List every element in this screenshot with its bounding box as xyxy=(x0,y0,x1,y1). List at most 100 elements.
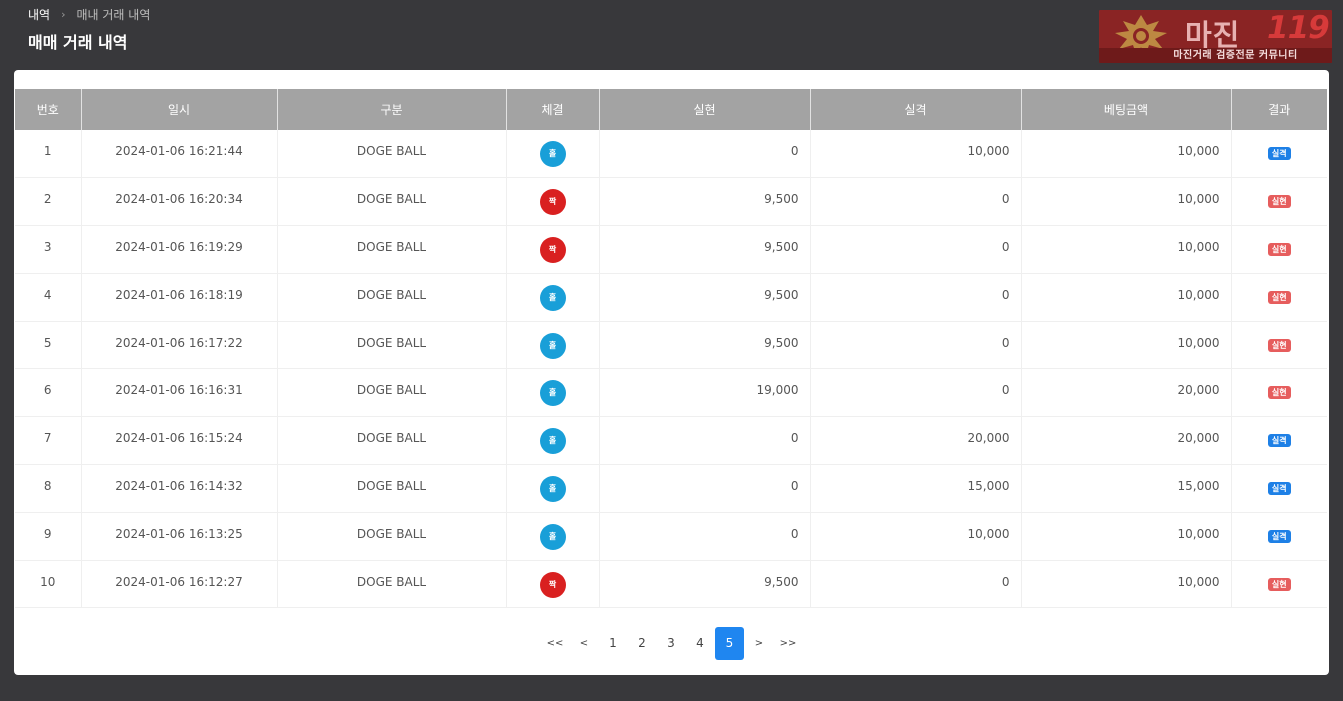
cell-bet: 10,000 xyxy=(1021,273,1232,322)
cell-no: 3 xyxy=(15,225,82,274)
cell-fill: 홀 xyxy=(506,273,600,322)
table-row: 2 2024-01-06 16:20:34 DOGE BALL 짝 9,500 0 10,0… xyxy=(15,177,1327,227)
table-row: 10 2024-01-06 16:12:27 DOGE BALL 짝 9,500 0 10,… xyxy=(15,560,1327,609)
table-row: 3 2024-01-06 16:19:29 DOGE BALL 짝 9,500 0 10,0… xyxy=(15,225,1327,274)
pagination-next-button[interactable]: > xyxy=(745,627,773,660)
cell-datetime: 2024-01-06 16:16:31 xyxy=(81,368,278,418)
pagination-page-2[interactable]: 2 xyxy=(628,627,656,660)
result-badge: 실현 xyxy=(1267,195,1291,209)
cell-type: DOGE BALL xyxy=(277,273,507,322)
cell-fill: 짝 xyxy=(506,177,600,227)
cell-result: 실격 xyxy=(1231,130,1327,179)
result-badge: 실현 xyxy=(1267,243,1291,257)
odd-ball-icon: 홀 xyxy=(539,332,566,359)
column-header-result: 결과 xyxy=(1231,89,1327,130)
odd-ball-icon: 홀 xyxy=(539,428,566,455)
logo-brand-number: 119 xyxy=(1267,10,1330,46)
column-header-type: 구분 xyxy=(277,89,507,130)
breadcrumb: 내역 › 매내 거래 내역 xyxy=(28,6,150,23)
cell-bet: 20,000 xyxy=(1021,368,1232,418)
cell-fill: 짝 xyxy=(506,560,600,609)
cell-bet: 10,000 xyxy=(1021,177,1232,227)
odd-ball-icon: 홀 xyxy=(539,141,566,167)
cell-lost: 0 xyxy=(810,177,1022,227)
cell-lost: 0 xyxy=(810,225,1022,274)
pagination-page-3[interactable]: 3 xyxy=(657,627,685,660)
cell-result: 실현 xyxy=(1231,368,1327,418)
cell-result: 실격 xyxy=(1231,416,1327,466)
cell-lost: 20,000 xyxy=(810,416,1022,466)
cell-type: DOGE BALL xyxy=(277,130,507,179)
cell-fill: 홀 xyxy=(506,512,600,561)
cell-realized: 19,000 xyxy=(599,368,811,418)
result-badge: 실현 xyxy=(1267,290,1291,304)
column-header-realized: 실현 xyxy=(599,89,811,130)
column-header-lost: 실격 xyxy=(810,89,1022,130)
cell-datetime: 2024-01-06 16:13:25 xyxy=(81,512,278,561)
result-badge: 실격 xyxy=(1267,529,1291,543)
cell-no: 7 xyxy=(15,416,82,466)
cell-type: DOGE BALL xyxy=(277,416,507,466)
cell-bet: 15,000 xyxy=(1021,464,1232,513)
cell-result: 실현 xyxy=(1231,321,1327,370)
cell-fill: 홀 xyxy=(506,416,600,466)
cell-realized: 0 xyxy=(599,416,811,466)
pagination-prev-button[interactable]: < xyxy=(570,627,598,660)
cell-realized: 9,500 xyxy=(599,225,811,274)
table-row: 5 2024-01-06 16:17:22 DOGE BALL 홀 9,500 0 10,0… xyxy=(15,321,1327,370)
page-header: 내역 › 매내 거래 내역 매매 거래 내역 마진 119 마진거래 검증전문 … xyxy=(0,0,1343,70)
cell-bet: 10,000 xyxy=(1021,225,1232,274)
pagination-first-button[interactable]: << xyxy=(541,627,569,660)
cell-realized: 0 xyxy=(599,130,811,179)
result-badge: 실현 xyxy=(1267,577,1291,591)
table-row: 4 2024-01-06 16:18:19 DOGE BALL 홀 9,500 0 10,0… xyxy=(15,273,1327,322)
trade-history-table: 번호 일시 구분 체결 실현 실격 베팅금액 결과 1 2024-01-06 16… xyxy=(15,89,1327,609)
cell-bet: 10,000 xyxy=(1021,130,1232,179)
cell-result: 실현 xyxy=(1231,225,1327,274)
cell-lost: 10,000 xyxy=(810,512,1022,561)
result-badge: 실격 xyxy=(1267,434,1291,448)
cell-bet: 20,000 xyxy=(1021,416,1232,466)
cell-type: DOGE BALL xyxy=(277,368,507,418)
cell-fill: 짝 xyxy=(506,225,600,274)
result-badge: 실격 xyxy=(1267,482,1291,496)
cell-datetime: 2024-01-06 16:14:32 xyxy=(81,464,278,513)
table-body: 1 2024-01-06 16:21:44 DOGE BALL 홀 0 10,000 10,… xyxy=(15,130,1327,609)
breadcrumb-root-link[interactable]: 내역 xyxy=(28,6,50,23)
column-header-no: 번호 xyxy=(15,89,82,130)
cell-bet: 10,000 xyxy=(1021,512,1232,561)
cell-lost: 0 xyxy=(810,560,1022,609)
column-header-bet: 베팅금액 xyxy=(1021,89,1232,130)
cell-datetime: 2024-01-06 16:15:24 xyxy=(81,416,278,466)
pagination: << < 1 2 3 4 5 > >> xyxy=(14,627,1329,660)
pagination-page-5-active[interactable]: 5 xyxy=(715,627,744,660)
table-header-row: 번호 일시 구분 체결 실현 실격 베팅금액 결과 xyxy=(15,89,1327,130)
cell-realized: 9,500 xyxy=(599,321,811,370)
cell-lost: 15,000 xyxy=(810,464,1022,513)
pagination-page-4[interactable]: 4 xyxy=(686,627,714,660)
cell-no: 2 xyxy=(15,177,82,227)
cell-lost: 10,000 xyxy=(810,130,1022,179)
cell-type: DOGE BALL xyxy=(277,560,507,609)
site-logo[interactable]: 마진 119 마진거래 검증전문 커뮤니티 xyxy=(1099,10,1332,63)
pagination-page-1[interactable]: 1 xyxy=(599,627,627,660)
cell-no: 10 xyxy=(15,560,82,609)
cell-no: 8 xyxy=(15,464,82,513)
history-card: 번호 일시 구분 체결 실현 실격 베팅금액 결과 1 2024-01-06 16… xyxy=(14,70,1329,675)
cell-fill: 홀 xyxy=(506,130,600,179)
result-badge: 실현 xyxy=(1267,386,1291,400)
result-badge: 실격 xyxy=(1267,147,1291,160)
cell-type: DOGE BALL xyxy=(277,225,507,274)
cell-datetime: 2024-01-06 16:21:44 xyxy=(81,130,278,179)
cell-type: DOGE BALL xyxy=(277,321,507,370)
pagination-last-button[interactable]: >> xyxy=(774,627,802,660)
odd-ball-icon: 홀 xyxy=(539,380,566,407)
even-ball-icon: 짝 xyxy=(539,237,566,264)
column-header-fill: 체결 xyxy=(506,89,600,130)
result-badge: 실현 xyxy=(1267,338,1291,352)
cell-bet: 10,000 xyxy=(1021,560,1232,609)
cell-no: 1 xyxy=(15,130,82,179)
cell-datetime: 2024-01-06 16:18:19 xyxy=(81,273,278,322)
chevron-right-icon: › xyxy=(61,8,66,21)
cell-fill: 홀 xyxy=(506,464,600,513)
